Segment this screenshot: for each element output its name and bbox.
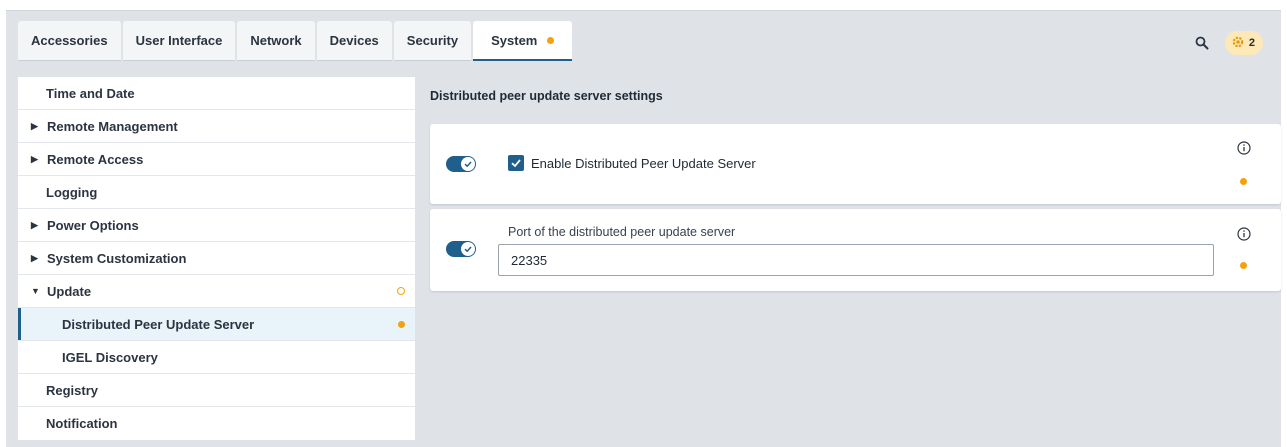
sidebar-item-label: IGEL Discovery <box>62 349 158 365</box>
tab-system[interactable]: System <box>473 21 573 61</box>
check-icon <box>461 242 475 256</box>
modified-indicator <box>1240 262 1247 269</box>
port-field-label: Port of the distributed peer update serv… <box>508 225 736 239</box>
modified-indicator <box>1240 178 1247 185</box>
port-input[interactable] <box>498 244 1214 276</box>
tab-user-interface[interactable]: User Interface <box>122 21 236 61</box>
sidebar-item-logging[interactable]: Logging <box>18 176 415 209</box>
sidebar-item-update[interactable]: ▼ Update <box>18 275 415 308</box>
tab-label: Devices <box>329 33 379 48</box>
notifications-count: 2 <box>1248 37 1255 49</box>
sidebar-item-distributed-peer-update-server[interactable]: Distributed Peer Update Server <box>18 308 415 341</box>
modified-indicator <box>547 36 555 44</box>
tab-label: Security <box>406 33 459 48</box>
notifications-badge[interactable]: 2 <box>1224 31 1263 55</box>
tab-security[interactable]: Security <box>393 21 472 61</box>
tab-label: Network <box>250 33 302 48</box>
sidebar-item-label: System Customization <box>47 250 187 266</box>
caret-right-icon: ▶ <box>31 219 38 230</box>
sidebar-item-label: Distributed Peer Update Server <box>62 316 255 332</box>
tab-label: System <box>491 32 538 48</box>
sidebar-item-label: Remote Access <box>47 151 144 167</box>
modified-indicator <box>397 287 405 295</box>
sidebar-item-time-and-date[interactable]: Time and Date <box>18 77 415 110</box>
sidebar-item-label: Power Options <box>47 217 139 233</box>
caret-right-icon: ▶ <box>31 120 38 131</box>
search-icon[interactable] <box>1191 32 1213 54</box>
sidebar-item-label: Logging <box>46 184 98 200</box>
section-title: Distributed peer update server settings <box>430 89 663 103</box>
tab-label: Accessories <box>31 33 108 48</box>
setting-active-toggle[interactable] <box>446 241 476 257</box>
caret-right-icon: ▶ <box>31 153 38 164</box>
enable-server-label[interactable]: Enable Distributed Peer Update Server <box>531 156 756 171</box>
enable-server-checkbox[interactable] <box>508 155 524 171</box>
sidebar-item-notification[interactable]: Notification <box>18 407 415 440</box>
tab-bar: Accessories User Interface Network Devic… <box>18 21 573 61</box>
app-frame: Accessories User Interface Network Devic… <box>6 10 1281 447</box>
gear-icon <box>1231 35 1245 52</box>
sidebar-item-registry[interactable]: Registry <box>18 374 415 407</box>
sidebar-item-label: Update <box>47 283 92 299</box>
sidebar-item-label: Time and Date <box>46 85 135 101</box>
info-icon[interactable] <box>1237 141 1251 155</box>
caret-right-icon: ▶ <box>31 252 38 263</box>
sidebar-item-remote-access[interactable]: ▶ Remote Access <box>18 143 415 176</box>
sidebar-item-igel-discovery[interactable]: IGEL Discovery <box>18 341 415 374</box>
tab-network[interactable]: Network <box>237 21 315 61</box>
sidebar-item-label: Remote Management <box>47 118 178 134</box>
sidebar-item-label: Registry <box>46 382 99 398</box>
check-icon <box>461 157 475 171</box>
port-setting-card: Port of the distributed peer update serv… <box>430 209 1281 291</box>
sidebar-item-remote-management[interactable]: ▶ Remote Management <box>18 110 415 143</box>
sidebar-item-system-customization[interactable]: ▶ System Customization <box>18 242 415 275</box>
header-actions: 2 <box>1191 31 1263 55</box>
tab-label: User Interface <box>135 33 223 48</box>
setting-active-toggle[interactable] <box>446 156 476 172</box>
sidebar-item-power-options[interactable]: ▶ Power Options <box>18 209 415 242</box>
info-icon[interactable] <box>1237 227 1251 241</box>
sidebar-item-label: Notification <box>46 416 118 431</box>
caret-down-icon: ▼ <box>31 286 40 296</box>
enable-setting-card: Enable Distributed Peer Update Server <box>430 124 1281 204</box>
tab-accessories[interactable]: Accessories <box>18 21 121 61</box>
modified-indicator <box>398 320 405 328</box>
check-icon <box>511 159 521 168</box>
tab-devices[interactable]: Devices <box>316 21 392 61</box>
sidebar: Time and Date ▶ Remote Management ▶ Remo… <box>18 77 415 440</box>
